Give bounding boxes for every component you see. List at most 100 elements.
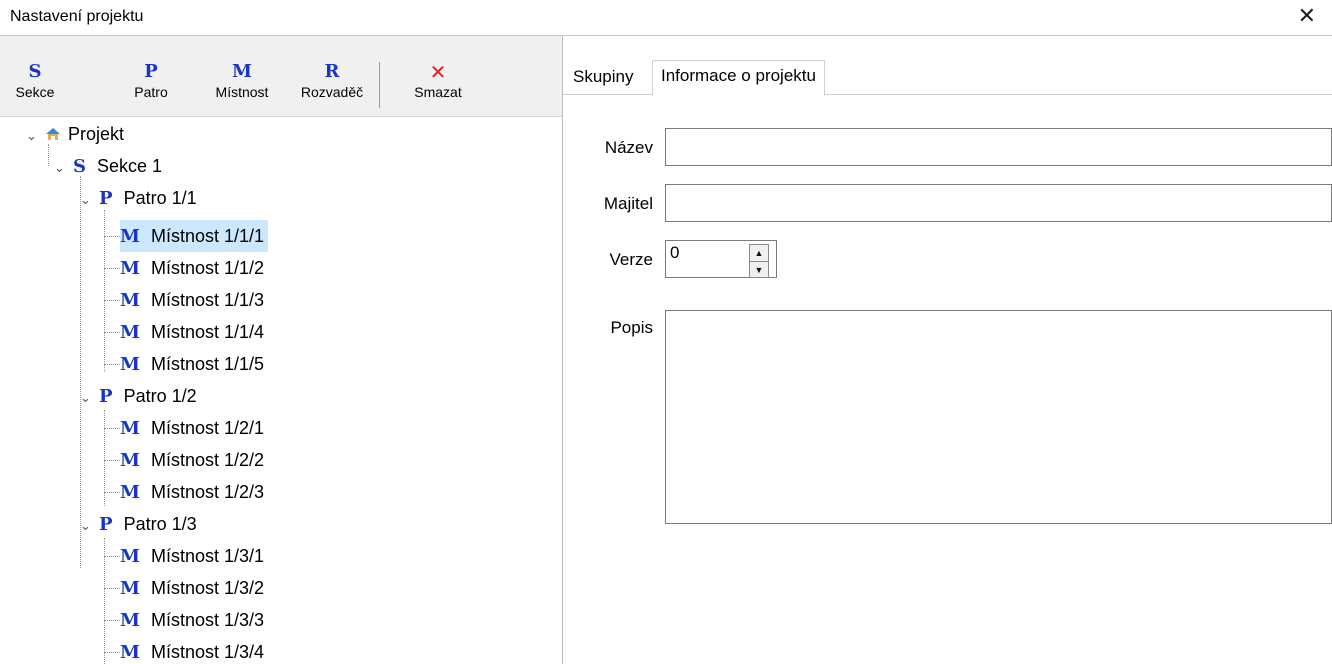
name-field[interactable] — [665, 128, 1332, 166]
delete-label: Smazat — [414, 84, 462, 100]
description-textarea[interactable] — [665, 310, 1332, 524]
floor-icon: P — [99, 386, 113, 407]
tree-node-room[interactable]: M Místnost 1/3/2 — [120, 572, 264, 604]
tree-line — [104, 236, 120, 237]
tree-root[interactable]: ⌄ Projekt — [26, 118, 124, 150]
left-pane: S Sekce P Patro M Místnost R Rozvaděč ✕ … — [0, 36, 563, 664]
name-label: Název — [604, 138, 653, 157]
tree-node-label: Místnost 1/2/1 — [150, 418, 265, 438]
tree-line — [104, 428, 120, 429]
version-label: Verze — [609, 250, 653, 269]
tree-node-floor[interactable]: ⌄ P Patro 1/1 — [80, 182, 197, 214]
tree-line — [104, 556, 120, 557]
chevron-down-icon[interactable]: ⌄ — [80, 184, 94, 216]
room-icon: M — [120, 482, 140, 503]
tree-node-label: Místnost 1/3/4 — [150, 642, 265, 662]
chevron-down-icon[interactable]: ⌄ — [26, 120, 40, 152]
tree-node-room-selected[interactable]: M Místnost 1/1/1 — [120, 220, 269, 252]
project-icon — [45, 118, 63, 150]
room-icon: M — [120, 418, 140, 439]
tree-line — [104, 300, 120, 301]
tree-node-room[interactable]: M Místnost 1/3/4 — [120, 636, 264, 664]
delete-icon: ✕ — [429, 60, 447, 84]
add-switchboard-label: Rozvaděč — [300, 84, 364, 100]
owner-field[interactable] — [665, 184, 1332, 222]
room-icon: M — [120, 578, 140, 599]
tree-node-label: Místnost 1/2/3 — [150, 482, 265, 502]
tree-line — [104, 364, 120, 365]
tree-node-floor[interactable]: ⌄ P Patro 1/3 — [80, 508, 197, 540]
description-label: Popis — [610, 318, 653, 337]
title-bar: Nastavení projektu ✕ — [0, 0, 1332, 36]
tree-node-label: Místnost 1/1/5 — [150, 354, 265, 374]
close-icon[interactable]: ✕ — [1298, 3, 1316, 29]
tree-line — [104, 492, 120, 493]
toolbar-separator — [379, 62, 380, 108]
tree-node-room[interactable]: M Místnost 1/3/3 — [120, 604, 264, 636]
tree-node-label: Patro 1/3 — [123, 514, 197, 534]
room-icon: M — [120, 610, 140, 631]
project-tree[interactable]: ⌄ Projekt ⌄ S Sekce 1 ⌄ P Patro 1/1 M Mí… — [0, 118, 562, 664]
tree-node-room[interactable]: M Místnost 1/1/3 — [120, 284, 264, 316]
room-icon: M — [120, 642, 140, 663]
version-spin-buttons: ▲ ▼ — [749, 244, 769, 278]
tree-line — [104, 268, 120, 269]
tree-node-label: Sekce 1 — [97, 156, 163, 176]
section-icon: S — [28, 61, 42, 82]
tree-line — [104, 588, 120, 589]
tree-line — [104, 332, 120, 333]
tree-node-label: Patro 1/2 — [123, 386, 197, 406]
add-switchboard-button[interactable]: R Rozvaděč — [290, 62, 374, 102]
toolbar: S Sekce P Patro M Místnost R Rozvaděč ✕ … — [0, 36, 562, 117]
tree-node-label: Místnost 1/1/2 — [150, 258, 265, 278]
add-floor-button[interactable]: P Patro — [120, 62, 182, 102]
project-settings-window: Nastavení projektu ✕ S Sekce P Patro M M… — [0, 0, 1332, 664]
tree-node-label: Místnost 1/3/1 — [150, 546, 265, 566]
tree-node-floor[interactable]: ⌄ P Patro 1/2 — [80, 380, 197, 412]
tree-node-label: Místnost 1/1/3 — [150, 290, 265, 310]
add-floor-label: Patro — [134, 84, 168, 100]
delete-button[interactable]: ✕ Smazat — [396, 62, 480, 102]
right-pane: Skupiny Informace o projektu Název Majit… — [563, 36, 1332, 664]
tree-node-label: Místnost 1/1/4 — [150, 322, 265, 342]
section-icon: S — [73, 156, 87, 177]
tree-node-label: Místnost 1/3/3 — [150, 610, 265, 630]
floor-icon: P — [99, 188, 113, 209]
add-room-label: Místnost — [215, 84, 269, 100]
owner-label: Majitel — [603, 194, 653, 213]
tree-node-room[interactable]: M Místnost 1/3/1 — [120, 540, 264, 572]
add-section-button[interactable]: S Sekce — [6, 62, 64, 102]
spin-up-icon[interactable]: ▲ — [750, 245, 768, 262]
tree-node-room[interactable]: M Místnost 1/2/3 — [120, 476, 264, 508]
tree-node-label: Místnost 1/1/1 — [150, 226, 265, 246]
chevron-down-icon[interactable]: ⌄ — [80, 510, 94, 542]
chevron-down-icon[interactable]: ⌄ — [80, 382, 94, 414]
room-icon: M — [120, 322, 140, 343]
tree-root-label: Projekt — [68, 124, 125, 144]
room-icon: M — [120, 258, 140, 279]
tab-groups[interactable]: Skupiny — [565, 62, 641, 94]
add-room-button[interactable]: M Místnost — [206, 62, 278, 102]
room-icon: M — [120, 226, 140, 247]
room-icon: M — [120, 290, 140, 311]
tree-node-room[interactable]: M Místnost 1/1/2 — [120, 252, 264, 284]
tree-line — [104, 460, 120, 461]
spin-down-icon[interactable]: ▼ — [750, 262, 768, 278]
floor-icon: P — [144, 61, 158, 82]
window-title: Nastavení projektu — [10, 8, 144, 25]
room-icon: M — [120, 450, 140, 471]
add-section-label: Sekce — [15, 84, 55, 100]
tree-node-room[interactable]: M Místnost 1/1/4 — [120, 316, 264, 348]
tree-node-room[interactable]: M Místnost 1/2/2 — [120, 444, 264, 476]
tab-project-info[interactable]: Informace o projektu — [652, 60, 825, 96]
tree-line — [104, 620, 120, 621]
tree-node-section[interactable]: ⌄ S Sekce 1 — [54, 150, 162, 182]
tree-node-room[interactable]: M Místnost 1/1/5 — [120, 348, 264, 380]
room-icon: M — [120, 354, 140, 375]
tree-node-room[interactable]: M Místnost 1/2/1 — [120, 412, 264, 444]
floor-icon: P — [99, 514, 113, 535]
tree-node-label: Místnost 1/2/2 — [150, 450, 265, 470]
room-icon: M — [232, 61, 252, 82]
tree-node-label: Místnost 1/3/2 — [150, 578, 265, 598]
chevron-down-icon[interactable]: ⌄ — [54, 152, 68, 184]
